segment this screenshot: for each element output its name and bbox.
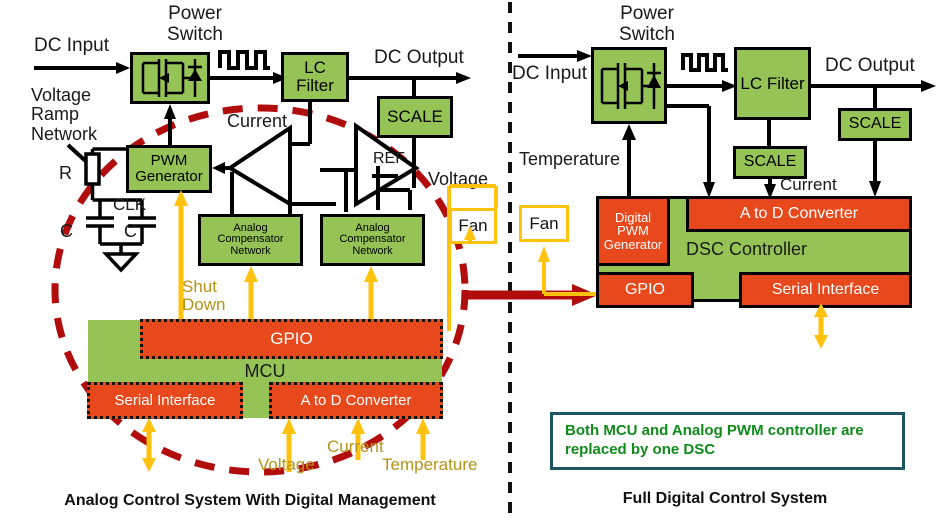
mcu-gpio-block: GPIO [140, 319, 443, 359]
right-pwm-waveform-icon [681, 53, 728, 72]
right-filter-to-scale-wire [767, 120, 771, 147]
right-dc-input-arrow [518, 50, 592, 62]
right-dc-input-label: DC Input [512, 63, 587, 84]
left-capacitor-1-label: C [60, 221, 73, 241]
left-fan-gold-wire [447, 184, 498, 331]
left-adc-temperature-arrow [416, 418, 430, 460]
left-pwm-to-switch-arrow [164, 104, 176, 147]
dsc-composite: Digital PWM Generator A to D Converter D… [596, 196, 912, 308]
right-power-switch-block [591, 47, 667, 124]
right-dpwm-to-switch-arrow [622, 124, 636, 200]
left-analog-compensator-2-block: Analog Compensator Network [320, 214, 425, 266]
left-dc-output-label: DC Output [374, 47, 464, 68]
left-power-switch-label: Power Switch [167, 3, 223, 45]
left-ref-label: REF [373, 150, 405, 167]
left-dc-input-arrow [34, 62, 130, 74]
left-panel-caption: Analog Control System With Digital Manag… [64, 492, 436, 509]
left-serial-interface-gold-arrow [142, 418, 156, 472]
right-switch-to-filter-wire [667, 80, 737, 92]
left-adc-current-label: Current [327, 437, 384, 456]
left-adc-temperature-label: Temperature [382, 455, 478, 474]
diagram-canvas: Power Switch DC Input LC Filter DC Outpu… [0, 0, 942, 525]
mosfet-icon [141, 59, 202, 97]
left-clk-label: CLK [113, 195, 147, 214]
left-shutdown-label: Shut Down [182, 277, 226, 315]
left-resistor-label: R [59, 163, 72, 183]
dsc-note-box: Both MCU and Analog PWM controller are r… [550, 412, 905, 470]
right-panel-caption: Full Digital Control System [622, 490, 828, 507]
right-scale-voltage-block: SCALE [838, 108, 912, 141]
right-scale-voltage-to-adc-arrow [869, 141, 881, 197]
dsc-adc-block: A to D Converter [686, 196, 912, 232]
mcu-adc-block: A to D Converter [269, 382, 443, 419]
left-adc-voltage-label: Voltage [258, 455, 315, 474]
left-lc-filter-block: LC Filter [281, 52, 349, 102]
left-dc-input-label: DC Input [34, 35, 109, 56]
dsc-digital-pwm-generator-block: Digital PWM Generator [596, 196, 670, 266]
mosfet-icon [600, 62, 661, 109]
right-fan-block: Fan [519, 205, 569, 242]
left-gpio-to-comp2-arrow [364, 266, 378, 322]
left-capacitor-2-label: C [124, 221, 137, 241]
right-temperature-label: Temperature [519, 149, 621, 169]
right-switch-sense-wire [667, 104, 715, 198]
pwm-waveform-icon [218, 50, 270, 70]
left-gpio-to-comp1-arrow [244, 266, 258, 322]
right-serial-interface-gold-arrow [814, 303, 828, 349]
mcu-label: MCU [244, 361, 286, 381]
left-switch-to-filter-wire [210, 72, 288, 84]
dsc-controller-label: DSC Controller [686, 239, 808, 259]
right-current-label: Current [780, 175, 837, 194]
dsc-gpio-block: GPIO [596, 272, 694, 308]
left-pwm-generator-block: PWM Generator [126, 145, 212, 193]
left-output-tap-wire [412, 76, 416, 98]
mcu-composite: MCU GPIO Serial Interface A to D Convert… [87, 319, 443, 419]
left-voltage-ramp-network-label: Voltage Ramp Network [31, 85, 98, 144]
right-lc-filter-block: LC Filter [734, 47, 811, 120]
right-output-tap-wire [873, 84, 877, 110]
left-analog-compensator-1-block: Analog Compensator Network [198, 214, 303, 266]
left-power-switch-block [130, 52, 210, 104]
right-power-switch-label: Power Switch [619, 3, 675, 45]
right-dc-output-label: DC Output [825, 55, 915, 76]
mcu-serial-interface-block: Serial Interface [87, 382, 243, 419]
